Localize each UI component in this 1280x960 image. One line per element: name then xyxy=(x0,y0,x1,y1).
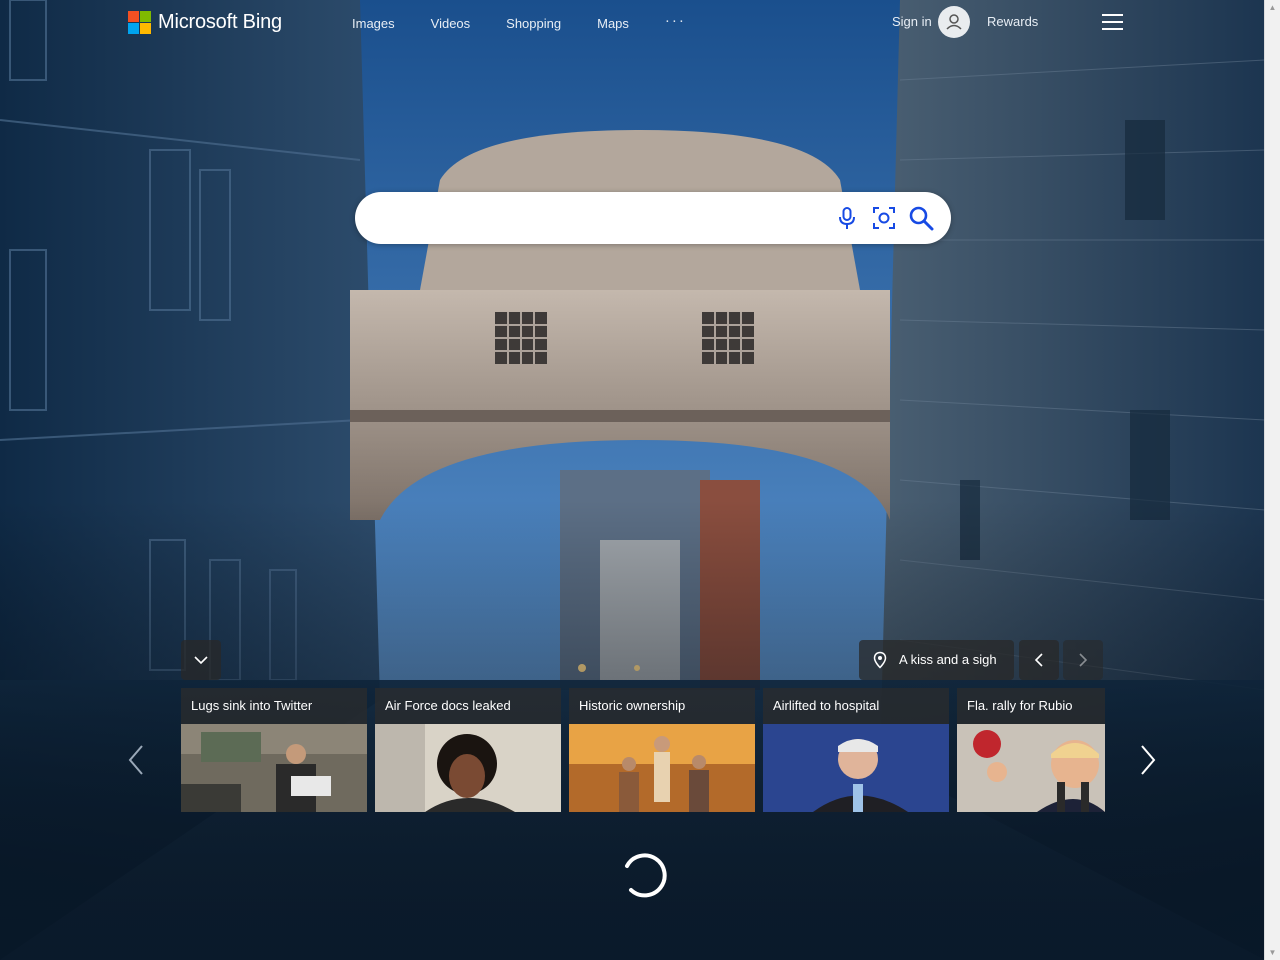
visual-search-icon[interactable] xyxy=(871,205,897,231)
nav-shopping[interactable]: Shopping xyxy=(506,16,561,31)
search-icon[interactable] xyxy=(908,205,934,231)
search-input[interactable] xyxy=(377,204,821,234)
news-card[interactable]: Fla. rally for Rubio xyxy=(957,688,1105,812)
logo-text: Microsoft Bing xyxy=(158,10,282,33)
news-card[interactable]: Airlifted to hospital xyxy=(763,688,949,812)
news-card[interactable]: Lugs sink into Twitter xyxy=(181,688,367,812)
rewards-link[interactable]: Rewards xyxy=(987,14,1038,29)
previous-image-button[interactable] xyxy=(1019,640,1059,680)
news-card-title: Airlifted to hospital xyxy=(773,698,880,713)
more-menu-button[interactable]: ··· xyxy=(665,12,686,31)
news-card[interactable]: Historic ownership xyxy=(569,688,755,812)
nav-maps[interactable]: Maps xyxy=(597,16,629,31)
image-title: A kiss and a sigh xyxy=(899,652,997,667)
chevron-right-icon xyxy=(1079,653,1088,667)
image-info-button[interactable]: A kiss and a sigh xyxy=(859,640,1014,680)
user-icon xyxy=(946,14,962,30)
scroll-up-arrow[interactable]: ▲ xyxy=(1265,0,1280,15)
news-card-title: Lugs sink into Twitter xyxy=(191,698,313,713)
news-card-image xyxy=(569,724,755,812)
news-card-title: Historic ownership xyxy=(579,698,686,713)
news-card-image xyxy=(763,724,949,812)
nav-images[interactable]: Images xyxy=(352,16,395,31)
nav-videos[interactable]: Videos xyxy=(431,16,471,31)
news-card-title: Fla. rally for Rubio xyxy=(967,698,1073,713)
avatar[interactable] xyxy=(938,6,970,38)
location-pin-icon xyxy=(873,651,887,669)
microphone-icon[interactable] xyxy=(834,205,860,231)
carousel-next-icon[interactable] xyxy=(1136,740,1160,780)
search-box xyxy=(355,192,951,244)
news-card-image xyxy=(957,724,1105,812)
top-nav: Images Videos Shopping Maps ··· xyxy=(352,12,722,31)
microsoft-logo-icon xyxy=(128,10,151,34)
page-scrollbar[interactable]: ▲ ▼ xyxy=(1264,0,1280,960)
carousel-prev-icon[interactable] xyxy=(124,740,148,780)
header: Microsoft Bing Images Videos Shopping Ma… xyxy=(0,0,1265,46)
news-card-title: Air Force docs leaked xyxy=(385,698,511,713)
news-card[interactable]: Air Force docs leaked xyxy=(375,688,561,812)
news-card-image xyxy=(375,724,561,812)
next-image-button[interactable] xyxy=(1063,640,1103,680)
news-card-image xyxy=(181,724,367,812)
bing-logo[interactable]: Microsoft Bing xyxy=(128,10,282,34)
chevron-down-icon xyxy=(194,656,208,665)
scroll-down-arrow[interactable]: ▼ xyxy=(1265,945,1280,960)
hamburger-menu-icon[interactable] xyxy=(1102,14,1124,30)
loading-spinner-icon xyxy=(625,853,667,898)
sign-in-link[interactable]: Sign in xyxy=(892,14,932,29)
chevron-left-icon xyxy=(1034,653,1043,667)
collapse-feed-button[interactable] xyxy=(181,640,221,680)
background-image xyxy=(0,0,1265,960)
